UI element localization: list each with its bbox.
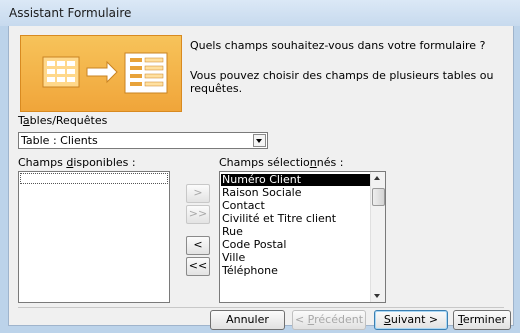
selected-fields-label: Champs sélectionnés : [219,156,343,169]
list-item[interactable]: Raison Sociale [222,187,302,199]
remove-field-button[interactable]: < [186,236,210,255]
wizard-question: Quels champs souhaitez-vous dans votre f… [190,39,486,52]
tables-label-accel: a [22,114,30,127]
back-label-post: récédent [314,313,364,326]
wizard-client-area: Quels champs souhaitez-vous dans votre f… [8,26,514,330]
list-item[interactable]: Numéro Client [221,174,370,186]
next-button[interactable]: Suivant > [374,310,448,330]
divider [18,307,504,308]
focus-rectangle [20,173,168,184]
add-field-button[interactable]: > [186,184,210,203]
wizard-hint: Vous pouvez choisir des champs de plusie… [190,69,494,95]
window-title: Assistant Formulaire [9,6,132,20]
scrollbar-thumb[interactable] [372,188,385,206]
back-label-pre: < [294,313,308,326]
available-label-post: isponibles : [73,156,136,169]
finish-label-post: erminer [462,313,506,326]
list-item[interactable]: Téléphone [222,265,278,277]
tables-queries-value: Table : Clients [21,134,98,147]
available-fields-list[interactable] [18,171,170,303]
available-label-pre: Champs [18,156,67,169]
vertical-scrollbar[interactable] [370,172,385,302]
scroll-down-icon[interactable] [374,294,380,298]
back-button[interactable]: < Précédent [292,310,366,330]
tables-label-post: bles/Requêtes [29,114,108,127]
selected-label-post: nés : [316,156,344,169]
list-item[interactable]: Code Postal [222,239,286,251]
list-item[interactable]: Civilité et Titre client [222,213,336,225]
next-label-post: uivant > [390,313,439,326]
title-bar: Assistant Formulaire [0,0,520,26]
available-fields-label: Champs disponibles : [18,156,136,169]
tables-queries-combobox[interactable]: Table : Clients [18,132,268,149]
add-all-fields-button[interactable]: >> [186,205,210,224]
remove-all-fields-button[interactable]: << [186,257,210,276]
next-label-accel: S [383,313,391,326]
selected-label-accel: n [309,156,317,169]
tables-queries-label: Tables/Requêtes [18,114,107,127]
selected-fields-list[interactable]: Numéro Client Raison Sociale Contact Civ… [219,171,386,303]
list-item[interactable]: Rue [222,226,243,238]
list-item[interactable]: Contact [222,200,265,212]
selected-label-pre: Champs sélectio [219,156,310,169]
cancel-button[interactable]: Annuler [210,310,285,330]
finish-button[interactable]: Terminer [453,310,511,330]
scroll-up-icon[interactable] [374,176,380,180]
form-wizard-window: Assistant Formulaire Quels champs souhai… [0,0,520,333]
chevron-down-icon[interactable] [253,134,266,147]
wizard-illustration-icon [20,35,182,112]
list-item[interactable]: Ville [222,252,245,264]
